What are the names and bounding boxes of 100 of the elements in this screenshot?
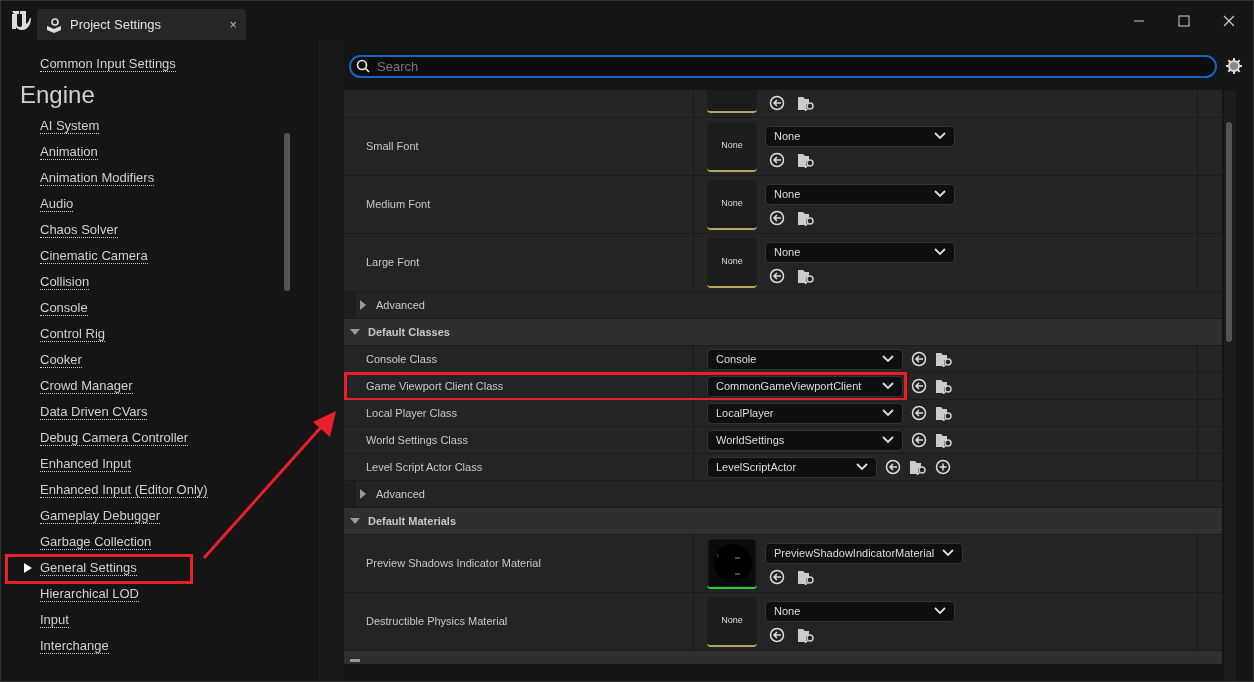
property-label: Destructible Physics Material [366,614,508,630]
sidebar-link[interactable]: Enhanced Input [40,456,132,472]
close-icon[interactable] [1223,15,1235,27]
asset-thumbnail[interactable]: None [707,179,757,230]
scrollbar-thumb[interactable] [284,133,290,291]
asset-dropdown[interactable]: Console [707,348,903,370]
folder-search-icon[interactable] [797,151,815,168]
asset-thumbnail[interactable]: None [707,237,757,288]
folder-search-icon[interactable] [797,209,815,226]
settings-icon[interactable] [1225,56,1243,75]
settings-box-icon [46,16,62,33]
arrow-left-circle-icon[interactable] [769,626,785,643]
sidebar-link[interactable]: Interchange [40,638,109,654]
sidebar-link[interactable]: Control Rig [40,326,106,342]
advanced-group[interactable]: Advanced [344,292,1222,319]
sidebar-link[interactable]: General Settings [40,560,137,576]
folder-search-icon[interactable] [797,626,815,643]
sidebar-link[interactable]: Animation [40,144,98,160]
collapsed-arrow-icon[interactable] [358,300,368,310]
chevron-down-icon [856,463,868,471]
category-heading: Engine [20,80,95,110]
thumbnail-label: None [721,196,743,210]
sidebar-link[interactable]: Animation Modifiers [40,170,155,186]
scrollbar-thumb[interactable] [1226,122,1232,342]
asset-thumbnail[interactable]: None [707,596,757,647]
sidebar-link[interactable]: Garbage Collection [40,534,152,550]
sidebar-link[interactable]: Debug Camera Controller [40,430,189,446]
close-tab-button[interactable]: × [229,14,237,35]
category-header[interactable]: Default Materials [344,508,1222,535]
thumbnail-label: None [721,254,743,268]
arrow-left-circle-icon[interactable] [769,267,785,284]
folder-search-icon[interactable] [935,351,953,367]
folder-search-icon[interactable] [797,267,815,284]
arrow-left-circle-icon[interactable] [769,568,785,585]
chevron-down-icon [942,549,955,557]
sidebar-link[interactable]: Common Input Settings [40,56,176,72]
folder-search-icon[interactable] [935,432,953,448]
sidebar-link[interactable]: Crowd Manager [40,378,133,394]
collapsed-arrow-icon[interactable] [358,489,368,499]
property-label: Large Font [366,255,420,271]
arrow-left-circle-icon[interactable] [911,351,927,367]
category-header[interactable]: Default Classes [344,319,1222,346]
folder-search-icon[interactable] [935,405,953,421]
chevron-down-icon [882,355,894,363]
asset-dropdown[interactable]: LocalPlayer [707,402,903,424]
thumbnail-label: None [721,138,743,152]
arrow-left-circle-icon[interactable] [769,151,785,168]
advanced-group[interactable]: Advanced [344,481,1222,508]
plus-circle-icon[interactable] [935,459,951,475]
asset-dropdown[interactable]: None [765,600,955,622]
chevron-down-icon [934,607,946,615]
folder-search-icon[interactable] [909,459,927,475]
sidebar-link[interactable]: Enhanced Input (Editor Only) [40,482,208,498]
chevron-down-icon [934,132,946,140]
asset-dropdown[interactable]: PreviewShadowIndicatorMaterial [765,542,964,564]
sidebar-link[interactable]: AI System [40,118,100,134]
property-label: Game Viewport Client Class [366,378,504,394]
asset-thumbnail[interactable]: None [707,121,757,172]
chevron-down-icon [934,248,946,256]
asset-thumbnail[interactable] [707,90,757,113]
property-label: Level Script Actor Class [366,459,483,475]
sidebar-link[interactable]: Audio [40,196,74,212]
sidebar-link[interactable]: Chaos Solver [40,222,119,238]
property-label: Small Font [366,139,419,155]
asset-thumbnail[interactable] [707,538,757,589]
property-label: World Settings Class [366,432,468,448]
folder-search-icon[interactable] [797,568,815,585]
expanded-arrow-icon[interactable] [350,327,360,337]
asset-dropdown[interactable]: CommonGameViewportClient [707,375,903,397]
arrow-left-circle-icon[interactable] [885,459,901,475]
arrow-left-circle-icon[interactable] [911,378,927,394]
arrow-left-circle-icon[interactable] [911,405,927,421]
property-label: Preview Shadows Indicator Material [366,556,541,572]
sidebar-link[interactable]: Collision [40,274,90,290]
asset-dropdown[interactable]: None [765,183,955,205]
sidebar-link[interactable]: Cooker [40,352,82,368]
sidebar-link[interactable]: Data Driven CVars [40,404,148,420]
folder-search-icon[interactable] [797,95,815,111]
search-field[interactable]: Search [349,55,1217,78]
asset-dropdown[interactable]: None [765,125,955,147]
sidebar-link[interactable]: Console [40,300,88,316]
folder-search-icon[interactable] [935,378,953,394]
arrow-left-circle-icon[interactable] [769,95,785,111]
asset-dropdown[interactable]: LevelScriptActor [707,456,877,478]
search-icon [356,59,370,73]
arrow-left-circle-icon[interactable] [911,432,927,448]
property-label: Medium Font [366,197,431,213]
property-label: Console Class [366,351,437,367]
asset-dropdown[interactable]: None [765,241,955,263]
expanded-arrow-icon[interactable] [350,516,360,526]
chevron-down-icon [882,409,894,417]
asset-dropdown[interactable]: WorldSettings [707,429,903,451]
chevron-down-icon [934,190,946,198]
window-tab[interactable]: Project Settings × [37,9,246,40]
maximize-icon[interactable] [1178,15,1190,27]
sidebar-link[interactable]: Input [40,612,69,628]
sidebar-link[interactable]: Hierarchical LOD [40,586,139,602]
sidebar-link[interactable]: Cinematic Camera [40,248,148,264]
sidebar-link[interactable]: Gameplay Debugger [40,508,160,524]
arrow-left-circle-icon[interactable] [769,209,785,226]
